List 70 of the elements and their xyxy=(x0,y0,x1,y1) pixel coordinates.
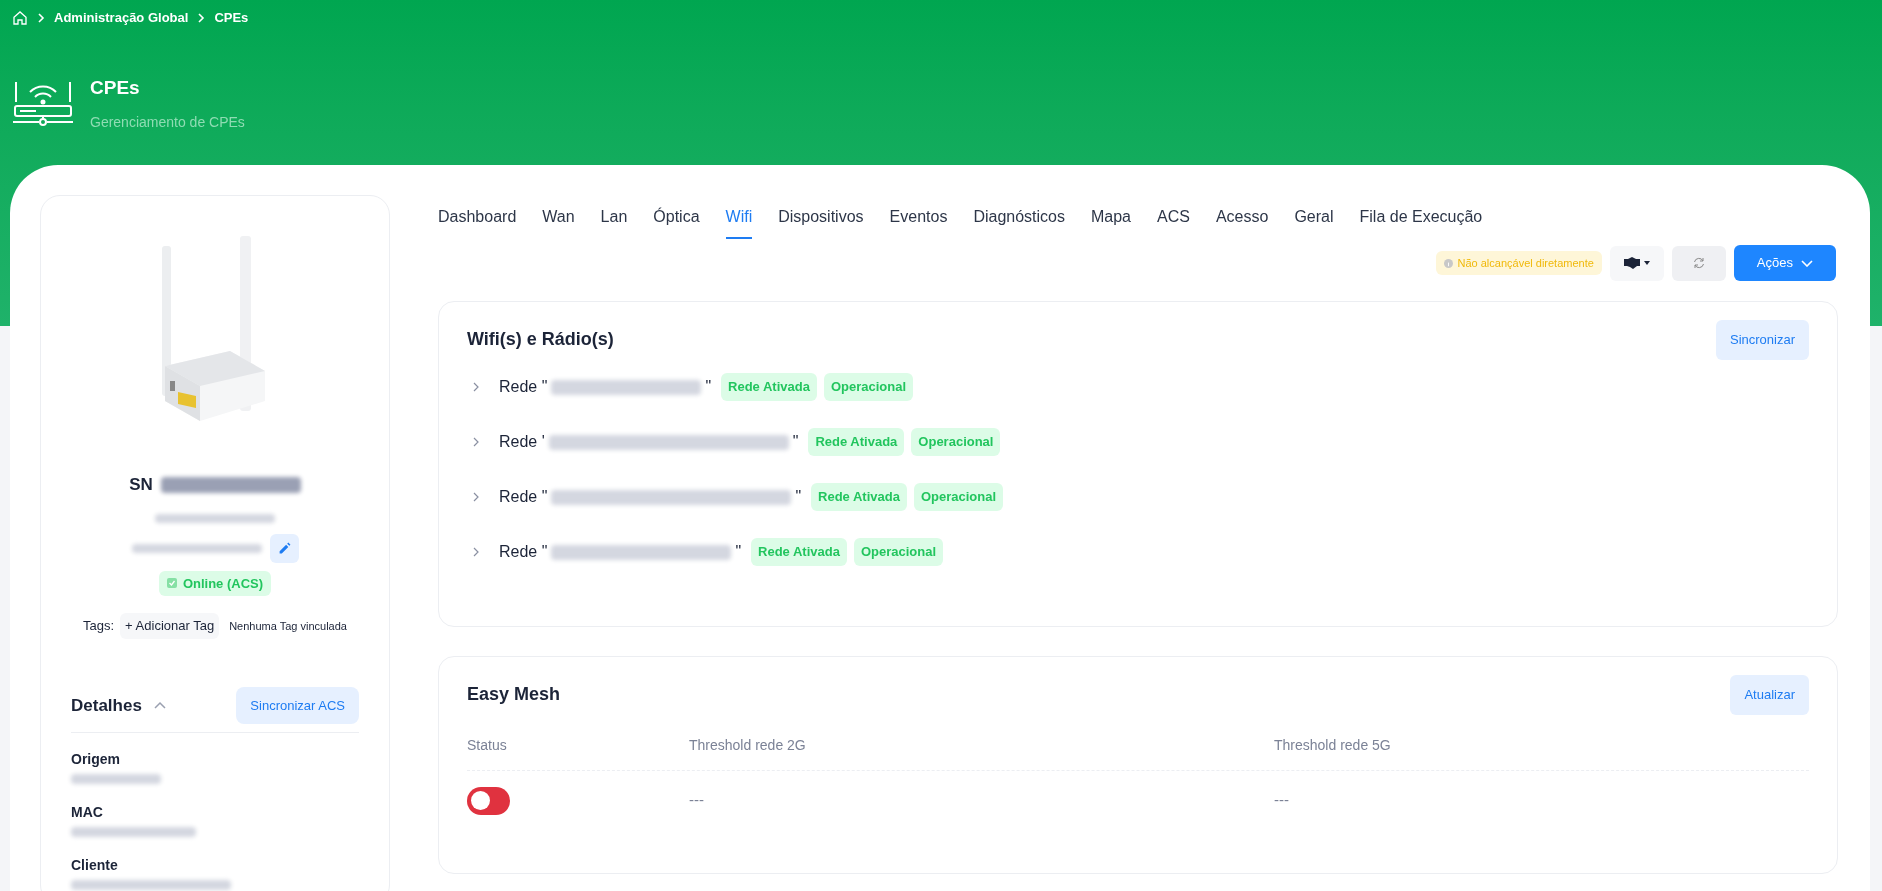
network-label: Rede ' xyxy=(499,432,545,452)
tab[interactable]: Lan xyxy=(600,205,628,239)
no-tags-text: Nenhuma Tag vinculada xyxy=(229,618,347,634)
status-badge: Rede Ativada xyxy=(751,538,847,566)
page-title: CPEs xyxy=(90,75,141,100)
page-subtitle: Gerenciamento de CPEs xyxy=(90,113,245,132)
chevron-right-icon[interactable] xyxy=(471,382,481,392)
chevron-right-icon xyxy=(196,12,207,23)
detail-label: Origem xyxy=(71,750,121,769)
status-badge: Operacional xyxy=(913,483,1004,511)
add-tag-button[interactable]: + Adicionar Tag xyxy=(120,613,220,639)
refresh-icon xyxy=(1692,257,1705,269)
tab[interactable]: Dispositivos xyxy=(778,205,864,239)
chevron-right-icon xyxy=(36,12,46,23)
card-title: Wifi(s) e Rádio(s) xyxy=(467,328,614,352)
status-badge: Operacional xyxy=(853,538,944,566)
tab[interactable]: Óptica xyxy=(653,205,700,239)
toggle-switch[interactable] xyxy=(467,786,510,815)
check-icon xyxy=(166,578,177,589)
tab[interactable]: Wan xyxy=(542,205,575,239)
chevron-right-icon[interactable] xyxy=(471,547,481,557)
details-title: Detalhes xyxy=(71,694,142,717)
table-cell-text: --- xyxy=(689,790,705,811)
chevron-up-icon[interactable] xyxy=(153,701,166,710)
column-header: Status xyxy=(467,735,508,755)
tab[interactable]: Mapa xyxy=(1091,205,1131,239)
chevron-right-icon[interactable] xyxy=(471,492,481,502)
chevron-down-icon xyxy=(1801,259,1813,267)
chevron-right-icon[interactable] xyxy=(471,437,481,447)
tab[interactable]: Dashboard xyxy=(438,205,517,239)
edit-button[interactable] xyxy=(269,533,299,563)
table-cell-text: --- xyxy=(1274,790,1290,811)
tab[interactable]: Geral xyxy=(1294,205,1334,239)
network-label: " xyxy=(735,542,742,562)
tab[interactable]: Eventos xyxy=(889,205,948,239)
status-badge: Rede Ativada xyxy=(808,428,905,456)
status-badge: Rede Ativada xyxy=(811,483,907,511)
status-badge: Online (ACS) xyxy=(158,570,272,596)
sync-button[interactable]: Sincronizar xyxy=(1715,320,1809,360)
column-header: Threshold rede 5G xyxy=(1274,735,1392,755)
tab[interactable]: Diagnósticos xyxy=(973,205,1065,239)
tab[interactable]: ACS xyxy=(1157,205,1190,239)
network-label: Rede " xyxy=(499,487,548,507)
reachability-badge: Não alcançável diretamente xyxy=(1435,250,1602,276)
network-label: " xyxy=(795,487,802,507)
network-label: Rede " xyxy=(499,542,548,562)
serial-label: SN xyxy=(129,474,153,496)
network-label: Rede " xyxy=(499,377,548,397)
sync-acs-button[interactable]: Sincronizar ACS xyxy=(236,686,359,724)
status-badge: Operacional xyxy=(823,373,914,401)
network-label: " xyxy=(792,432,799,452)
detail-label: MAC xyxy=(71,803,104,822)
card-title: Easy Mesh xyxy=(467,683,561,707)
home-icon[interactable] xyxy=(12,9,28,26)
status-badge: Rede Ativada xyxy=(721,373,817,401)
network-label: " xyxy=(705,377,712,397)
handshake-dropdown-button[interactable] xyxy=(1609,245,1664,281)
tab[interactable]: Fila de Execução xyxy=(1359,205,1483,239)
status-badge: Operacional xyxy=(911,428,1001,456)
detail-label: Cliente xyxy=(71,856,119,875)
caret-icon xyxy=(1643,261,1650,265)
update-button[interactable]: Atualizar xyxy=(1730,675,1809,715)
refresh-button[interactable] xyxy=(1671,245,1726,281)
pencil-icon xyxy=(277,541,291,555)
tags-label: Tags: xyxy=(83,617,115,635)
tab[interactable]: Wifi xyxy=(725,205,753,239)
actions-button[interactable]: Ações xyxy=(1733,245,1836,281)
info-icon xyxy=(1443,258,1453,268)
column-header: Threshold rede 2G xyxy=(689,735,807,755)
tab[interactable]: Acesso xyxy=(1215,205,1269,239)
